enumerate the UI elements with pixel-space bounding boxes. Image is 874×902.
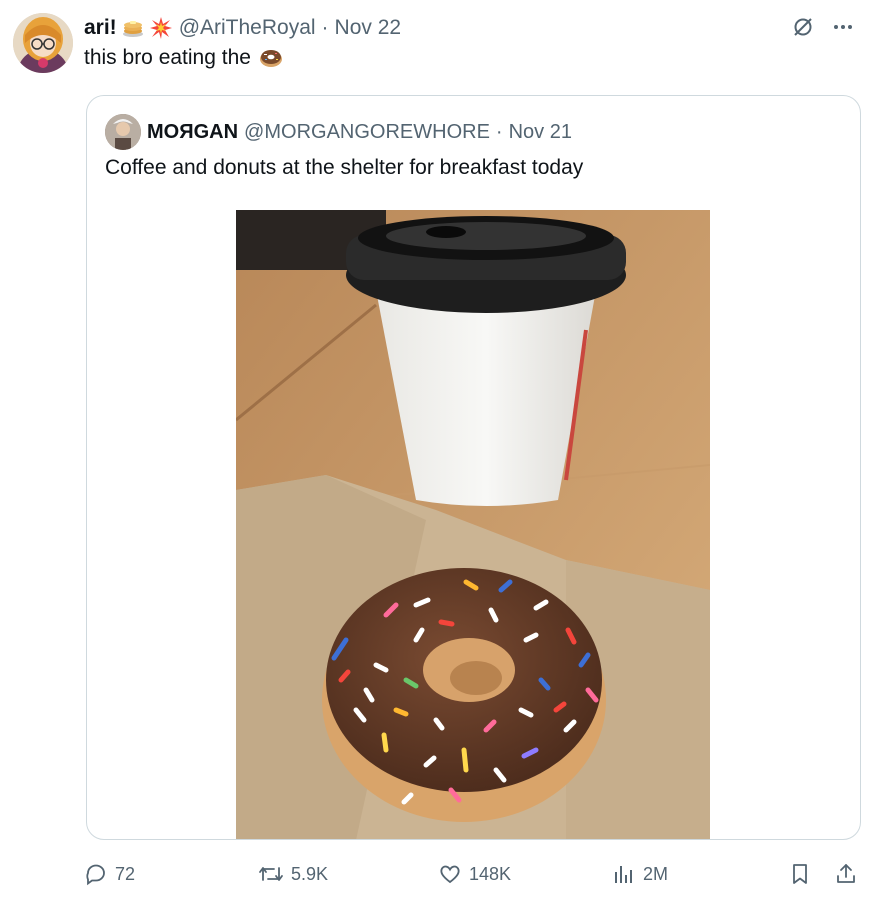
repost-button[interactable]: 5.9K [258, 862, 328, 886]
quoted-photo[interactable] [236, 210, 710, 839]
reply-count: 72 [115, 863, 136, 884]
header-separator: · [321, 16, 329, 39]
author-avatar[interactable] [13, 13, 73, 73]
reply-icon [84, 862, 108, 886]
tweet-date[interactable]: Nov 22 [335, 16, 402, 40]
pancake-emoji [121, 16, 145, 40]
explosion-emoji [149, 16, 173, 40]
repost-icon [258, 862, 284, 886]
author-handle[interactable]: @AriTheRoyal [179, 16, 316, 40]
quoted-tweet[interactable]: MOЯGAN @MORGANGOREWHORE · Nov 21 Coffee … [86, 95, 861, 840]
views-count: 2M [643, 863, 669, 884]
bookmark-button[interactable] [788, 862, 812, 886]
quoted-author-name[interactable]: MOЯGAN [147, 121, 238, 144]
views-button[interactable]: 2M [612, 862, 668, 886]
quoted-separator: · [495, 120, 503, 143]
tweet-text-content: this bro eating the [84, 46, 251, 69]
reply-button[interactable]: 72 [84, 862, 135, 886]
quoted-text: Coffee and donuts at the shelter for bre… [105, 156, 584, 179]
more-icon[interactable] [830, 14, 856, 40]
tweet-actions-bar: 72 5.9K 148K 2M [0, 856, 874, 896]
like-icon [438, 862, 462, 886]
tweet-top-actions [790, 14, 856, 40]
tweet-text: this bro eating the [84, 46, 283, 70]
quoted-handle[interactable]: @MORGANGOREWHORE [244, 121, 490, 144]
repost-count: 5.9K [291, 863, 329, 884]
grok-icon[interactable] [790, 14, 816, 40]
share-button[interactable] [834, 862, 858, 886]
quoted-date[interactable]: Nov 21 [509, 121, 572, 144]
share-icon [834, 862, 858, 886]
like-button[interactable]: 148K [438, 862, 511, 886]
tweet-header: ari! @AriTheRoyal · Nov 22 [84, 14, 401, 42]
quoted-avatar[interactable] [105, 114, 141, 150]
like-count: 148K [469, 863, 512, 884]
author-name[interactable]: ari! [84, 16, 117, 40]
bookmark-icon [788, 862, 812, 886]
donut-emoji [259, 46, 283, 70]
quoted-header: MOЯGAN @MORGANGOREWHORE · Nov 21 [105, 114, 572, 150]
views-icon [612, 862, 636, 886]
